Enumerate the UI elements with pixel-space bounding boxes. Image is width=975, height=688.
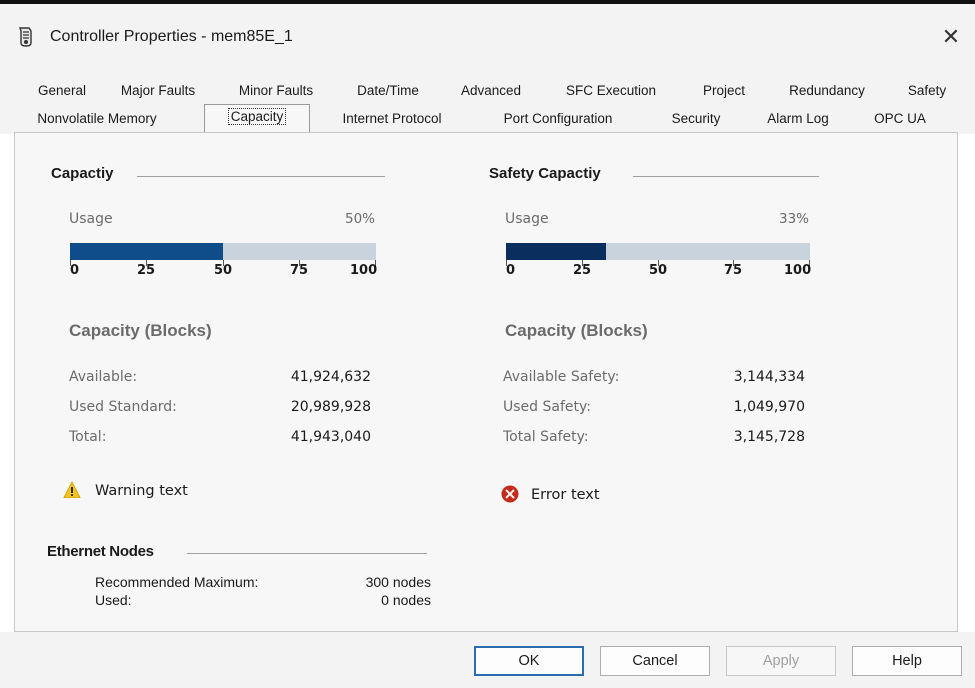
tab-port-configuration[interactable]: Port Configuration [478,108,638,130]
capacity-scale-label: 0 [70,263,80,278]
tab-strip: General Major Faults Minor Faults Date/T… [0,70,975,134]
capacity-available-value: 41,924,632 [290,369,371,385]
error-message: Error text [531,487,600,503]
ethernet-nodes-group-title: Ethernet Nodes [47,543,154,560]
error-icon [501,485,519,503]
tab-date-time[interactable]: Date/Time [344,80,432,102]
dialog-footer: OK Cancel Apply Help [0,632,975,688]
tab-capacity[interactable]: Capacity [204,104,310,132]
safety-total-label: Total Safety: [503,429,589,445]
ethernet-used-value: 0 nodes [381,592,431,608]
capacity-used-standard-label: Used Standard: [69,399,177,415]
capacity-usage-label: Usage [69,211,113,227]
capacity-scale-label: 25 [137,263,156,278]
capacity-available-label: Available: [69,369,138,385]
tab-project[interactable]: Project [688,80,760,102]
tab-nonvolatile-memory[interactable]: Nonvolatile Memory [26,108,168,130]
capacity-total-label: Total: [69,429,107,445]
ok-button[interactable]: OK [474,646,584,676]
tab-advanced[interactable]: Advanced [448,80,534,102]
safety-used-value: 1,049,970 [733,399,805,415]
capacity-panel: Capactiy Usage 50% 0 25 50 75 100 Capacity (… [14,132,958,632]
capacity-group-rule [137,176,385,177]
safety-blocks-header: Capacity (Blocks) [505,321,648,340]
safety-usage-bar [506,243,810,266]
tab-safety[interactable]: Safety [892,80,962,102]
tab-alarm-log[interactable]: Alarm Log [752,108,844,130]
tab-opc-ua[interactable]: OPC UA [860,108,940,130]
safety-usage-fill [506,243,606,260]
window-title: Controller Properties - mem85E_1 [50,28,293,45]
tab-major-faults[interactable]: Major Faults [108,80,208,102]
warning-icon [63,481,81,498]
title-bar: Controller Properties - mem85E_1 ✕ [0,4,975,70]
capacity-scale-label: 75 [290,263,309,278]
safety-available-label: Available Safety: [503,369,620,385]
tab-sfc-execution[interactable]: SFC Execution [552,80,670,102]
ethernet-nodes-group-rule [187,553,427,554]
ethernet-recommended-value: 300 nodes [365,574,431,590]
safety-total-value: 3,145,728 [733,429,805,445]
safety-capacity-group-rule [633,176,819,177]
safety-available-value: 3,144,334 [733,369,805,385]
capacity-usage-percent: 50% [344,211,375,227]
warning-message: Warning text [95,483,188,499]
capacity-blocks-header: Capacity (Blocks) [69,321,212,340]
safety-capacity-group-title: Safety Capactiy [489,165,601,182]
tab-internet-protocol[interactable]: Internet Protocol [322,108,462,130]
capacity-group-title: Capactiy [51,165,114,182]
tab-redundancy[interactable]: Redundancy [770,80,884,102]
capacity-usage-bar [70,243,376,266]
safety-scale-label: 0 [506,263,516,278]
ethernet-recommended-label: Recommended Maximum: [95,574,259,590]
safety-usage-label: Usage [505,211,549,227]
tab-general[interactable]: General [26,80,98,102]
safety-used-label: Used Safety: [503,399,591,415]
safety-usage-percent: 33% [778,211,809,227]
tab-security[interactable]: Security [654,108,738,130]
safety-scale-label: 100 [784,263,812,278]
safety-scale-label: 75 [724,263,743,278]
help-button[interactable]: Help [852,646,962,676]
capacity-used-standard-value: 20,989,928 [290,399,371,415]
capacity-usage-fill [70,243,223,260]
capacity-scale-label: 50 [214,263,233,278]
tab-minor-faults[interactable]: Minor Faults [226,80,326,102]
close-icon: ✕ [941,24,961,49]
tab-capacity-label: Capacity [227,108,287,125]
ethernet-used-label: Used: [95,592,132,608]
safety-scale-label: 25 [573,263,592,278]
capacity-total-value: 41,943,040 [290,429,371,445]
safety-scale-label: 50 [649,263,668,278]
close-button[interactable]: ✕ [936,24,966,50]
capacity-scale-label: 100 [350,263,378,278]
controller-icon [19,27,32,47]
apply-button[interactable]: Apply [726,646,836,676]
cancel-button[interactable]: Cancel [600,646,710,676]
